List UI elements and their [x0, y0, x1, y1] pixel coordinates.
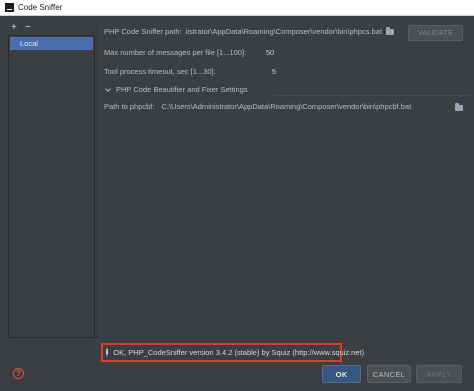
sniffer-path-field[interactable]: iistrator\AppData\Roaming\Composer\vendo…	[186, 27, 382, 36]
sniffer-path-input[interactable]: iistrator\AppData\Roaming\Composer\vendo…	[186, 27, 382, 36]
title-bar: Code Sniffer	[0, 0, 474, 16]
sidebar: + − Local	[8, 21, 95, 339]
beautifier-section-header[interactable]: PHP Code Beautifier and Fixer Settings	[104, 85, 248, 94]
apply-button[interactable]: APPLY	[416, 365, 462, 383]
section-divider	[274, 95, 470, 96]
phpcbf-path-row: Path to phpcbf: C:\Users\Administrator\A…	[104, 102, 470, 111]
chevron-down-icon[interactable]	[105, 85, 111, 92]
cancel-button[interactable]: CANCEL	[367, 365, 411, 383]
max-messages-row: Max number of messages per file [1...100…	[104, 48, 246, 57]
sidebar-item-local[interactable]: Local	[10, 37, 93, 50]
remove-icon[interactable]: −	[25, 23, 31, 33]
beautifier-section-label: PHP Code Beautifier and Fixer Settings	[116, 85, 248, 94]
max-messages-input[interactable]: 50	[254, 46, 286, 59]
ok-button[interactable]: OK	[322, 365, 361, 383]
validate-button[interactable]: VALIDATE	[408, 25, 463, 41]
browse-folder-icon[interactable]	[386, 26, 395, 35]
status-text: OK, PHP_CodeSniffer version 3.4.2 (stabl…	[113, 348, 365, 357]
interpreter-list: Local	[8, 35, 95, 338]
window-title: Code Sniffer	[18, 3, 63, 12]
timeout-input[interactable]: 5	[254, 65, 294, 78]
splitter[interactable]	[97, 21, 98, 339]
timeout-label: Tool process timeout, sec [1...30]:	[104, 67, 216, 76]
status-message: i OK, PHP_CodeSniffer version 3.4.2 (sta…	[101, 343, 364, 362]
app-icon	[5, 3, 14, 12]
help-icon[interactable]: ?	[13, 368, 24, 379]
timeout-row: Tool process timeout, sec [1...30]:	[104, 67, 216, 76]
sniffer-path-label: PHP Code Sniffer path:	[104, 27, 182, 36]
phpcbf-path-label: Path to phpcbf:	[104, 102, 155, 111]
browse-folder-icon[interactable]	[455, 103, 463, 111]
sidebar-toolbar: + −	[8, 21, 95, 35]
info-icon: i	[106, 348, 109, 357]
max-messages-label: Max number of messages per file [1...100…	[104, 48, 247, 57]
add-icon[interactable]: +	[11, 23, 17, 33]
phpcbf-path-input[interactable]: C:\Users\Administrator\AppData\Roaming\C…	[161, 102, 411, 111]
phpcbf-path-field[interactable]: C:\Users\Administrator\AppData\Roaming\C…	[161, 102, 411, 111]
